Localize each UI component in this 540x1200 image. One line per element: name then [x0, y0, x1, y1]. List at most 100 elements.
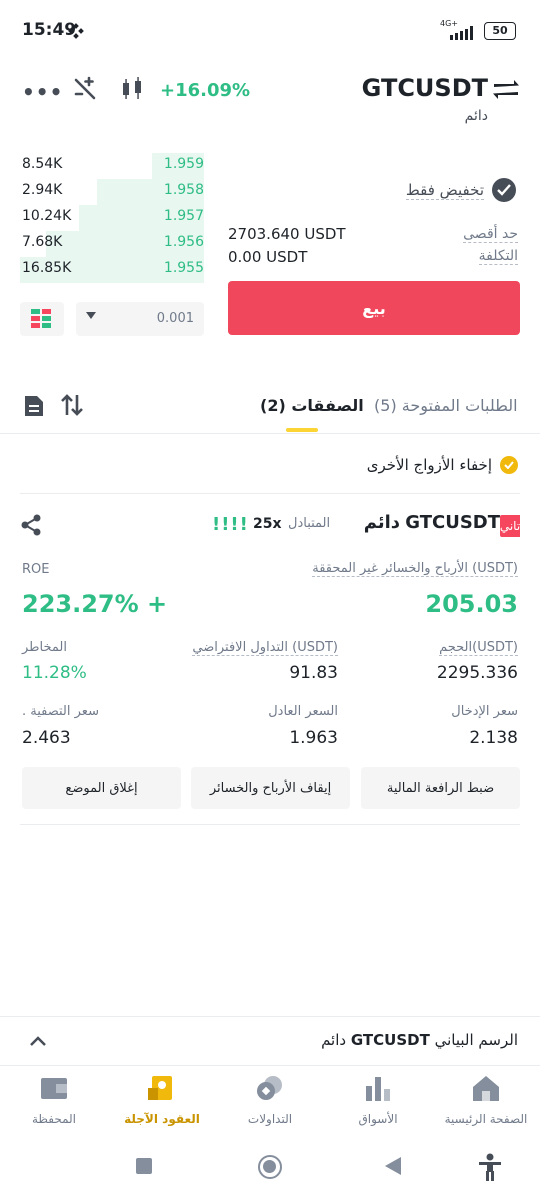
risk-label: المخاطر: [22, 640, 67, 655]
risk-indicator: !!!!: [212, 514, 249, 535]
hide-other-pairs-checkbox[interactable]: إخفاء الأزواج الأخرى: [367, 456, 518, 474]
nav-futures[interactable]: العقود الآجلة: [108, 1074, 216, 1126]
order-price: 1.955: [163, 260, 204, 276]
order-amount: 2.94K: [22, 182, 63, 198]
divider: [20, 824, 520, 825]
close-position-button[interactable]: إغلاق الموضع: [22, 767, 181, 809]
entry-price: 2.138: [469, 728, 518, 748]
order-book-row[interactable]: 16.85K 1.955: [20, 257, 204, 283]
price-change: +16.09%: [160, 80, 251, 101]
back-icon[interactable]: [384, 1156, 402, 1176]
order-book-row[interactable]: 2.94K 1.958: [20, 179, 204, 205]
roe-value: + 223.27%: [22, 590, 168, 618]
max-value: 2703.640 USDT: [228, 225, 346, 243]
reduce-only-checkbox[interactable]: تخفيض فقط: [405, 178, 516, 202]
mark-price-label: السعر العادل: [268, 704, 338, 719]
order-amount: 16.85K: [22, 260, 72, 276]
position-symbol: GTCUSDT: [405, 512, 500, 533]
risk-value: 11.28%: [22, 663, 87, 683]
position-side-badge: تاني: [500, 515, 520, 537]
precision-select[interactable]: 0.001: [76, 302, 204, 336]
entry-price-label: سعر الإدخال: [451, 704, 518, 719]
order-book-row[interactable]: 8.54K 1.959: [20, 153, 204, 179]
adjust-leverage-button[interactable]: ضبط الرافعة المالية: [361, 767, 520, 809]
chevron-down-icon: [86, 312, 96, 319]
pair-symbol[interactable]: GTCUSDT: [362, 74, 488, 102]
calculator-icon[interactable]: [72, 76, 98, 102]
futures-icon: [148, 1076, 172, 1100]
swap-pair-icon[interactable]: [492, 76, 520, 102]
notional-label: التداول الافتراضي (USDT): [192, 640, 338, 656]
nav-trades-label: التداولات: [247, 1112, 293, 1126]
nav-markets[interactable]: الأسواق: [324, 1074, 432, 1126]
binance-logo-icon: [68, 23, 84, 39]
home-icon: [473, 1076, 499, 1101]
unrealized-pnl-label: الأرباح والخسائر غير المحققة (USDT): [312, 561, 518, 577]
system-nav-bar: [0, 1142, 540, 1200]
order-book-row[interactable]: 10.24K 1.957: [20, 205, 204, 231]
check-icon: [492, 178, 516, 202]
chart-label: الرسم البياني: [434, 1031, 518, 1049]
mark-price: 1.963: [289, 728, 338, 748]
wallet-icon: [41, 1078, 67, 1099]
margin-mode: المتبادل: [288, 516, 331, 531]
nav-home[interactable]: الصفحة الرئيسية: [432, 1074, 540, 1126]
size-value: 2295.336: [436, 663, 518, 683]
order-amount: 7.68K: [22, 234, 63, 250]
nav-home-label: الصفحة الرئيسية: [444, 1112, 528, 1126]
order-book-view-toggle[interactable]: [20, 302, 64, 336]
liquidation-price-label: سعر التصفية .: [22, 704, 99, 719]
order-price: 1.956: [163, 234, 204, 250]
liquidation-price: 2.463: [22, 728, 71, 748]
nav-trades[interactable]: التداولات: [216, 1074, 324, 1126]
tabs-divider: [0, 433, 540, 434]
chart-contract-type: دائم: [321, 1031, 347, 1049]
active-tab-indicator: [286, 428, 318, 432]
reduce-only-label: تخفيض فقط: [405, 180, 484, 200]
trades-icon: [257, 1076, 282, 1100]
check-icon: [500, 456, 518, 474]
battery-icon: 50: [484, 22, 516, 40]
leverage: 25x: [253, 516, 282, 532]
order-history-icon[interactable]: [24, 395, 44, 417]
home-button-icon[interactable]: [258, 1155, 282, 1179]
precision-value: 0.001: [156, 311, 194, 326]
hide-other-pairs-label: إخفاء الأزواج الأخرى: [366, 456, 492, 474]
status-bar: 15:49 4G+ 50: [0, 0, 540, 60]
order-amount: 10.24K: [22, 208, 72, 224]
order-amount: 8.54K: [22, 156, 63, 172]
bottom-nav: الصفحة الرئيسية الأسواق التداولات العقود…: [0, 1066, 540, 1142]
order-book-row[interactable]: 7.68K 1.956: [20, 231, 204, 257]
roe-label: ROE: [22, 562, 50, 577]
nav-futures-label: العقود الآجلة: [124, 1112, 200, 1126]
nav-wallet[interactable]: المحفظة: [0, 1074, 108, 1126]
chart-symbol: GTCUSDT: [350, 1031, 430, 1049]
divider: [20, 493, 520, 494]
max-label: حد أقصى: [463, 226, 518, 243]
tab-positions[interactable]: الصفقات (2): [260, 396, 364, 415]
battery-level: 50: [492, 24, 508, 37]
chart-toggle-bar[interactable]: دائم GTCUSDT الرسم البياني: [0, 1016, 540, 1066]
order-price: 1.958: [163, 182, 204, 198]
chevron-up-icon: [30, 1036, 46, 1046]
tab-open-orders[interactable]: الطلبات المفتوحة (5): [374, 396, 518, 415]
candlestick-chart-icon[interactable]: [120, 76, 146, 102]
signal-icon: [450, 26, 473, 40]
recent-apps-icon[interactable]: [136, 1158, 152, 1174]
tp-sl-button[interactable]: إيقاف الأرباح والخسائر: [191, 767, 350, 809]
sell-button[interactable]: بيع: [228, 281, 520, 335]
more-menu-icon[interactable]: •••: [22, 80, 63, 104]
nav-wallet-label: المحفظة: [31, 1112, 77, 1126]
markets-icon: [366, 1077, 390, 1101]
contract-type: دائم: [464, 108, 488, 124]
position-type: دائم: [363, 512, 400, 533]
unrealized-pnl: 205.03: [425, 590, 518, 618]
book-layout-icon: [31, 309, 51, 328]
chart-bar-title: دائم GTCUSDT الرسم البياني: [321, 1031, 518, 1049]
order-price: 1.957: [163, 208, 204, 224]
sort-icon[interactable]: [60, 393, 84, 417]
share-icon[interactable]: [20, 514, 42, 536]
size-label: الحجم(USDT): [439, 640, 518, 656]
accessibility-icon[interactable]: [478, 1153, 502, 1181]
nav-markets-label: الأسواق: [358, 1112, 398, 1126]
